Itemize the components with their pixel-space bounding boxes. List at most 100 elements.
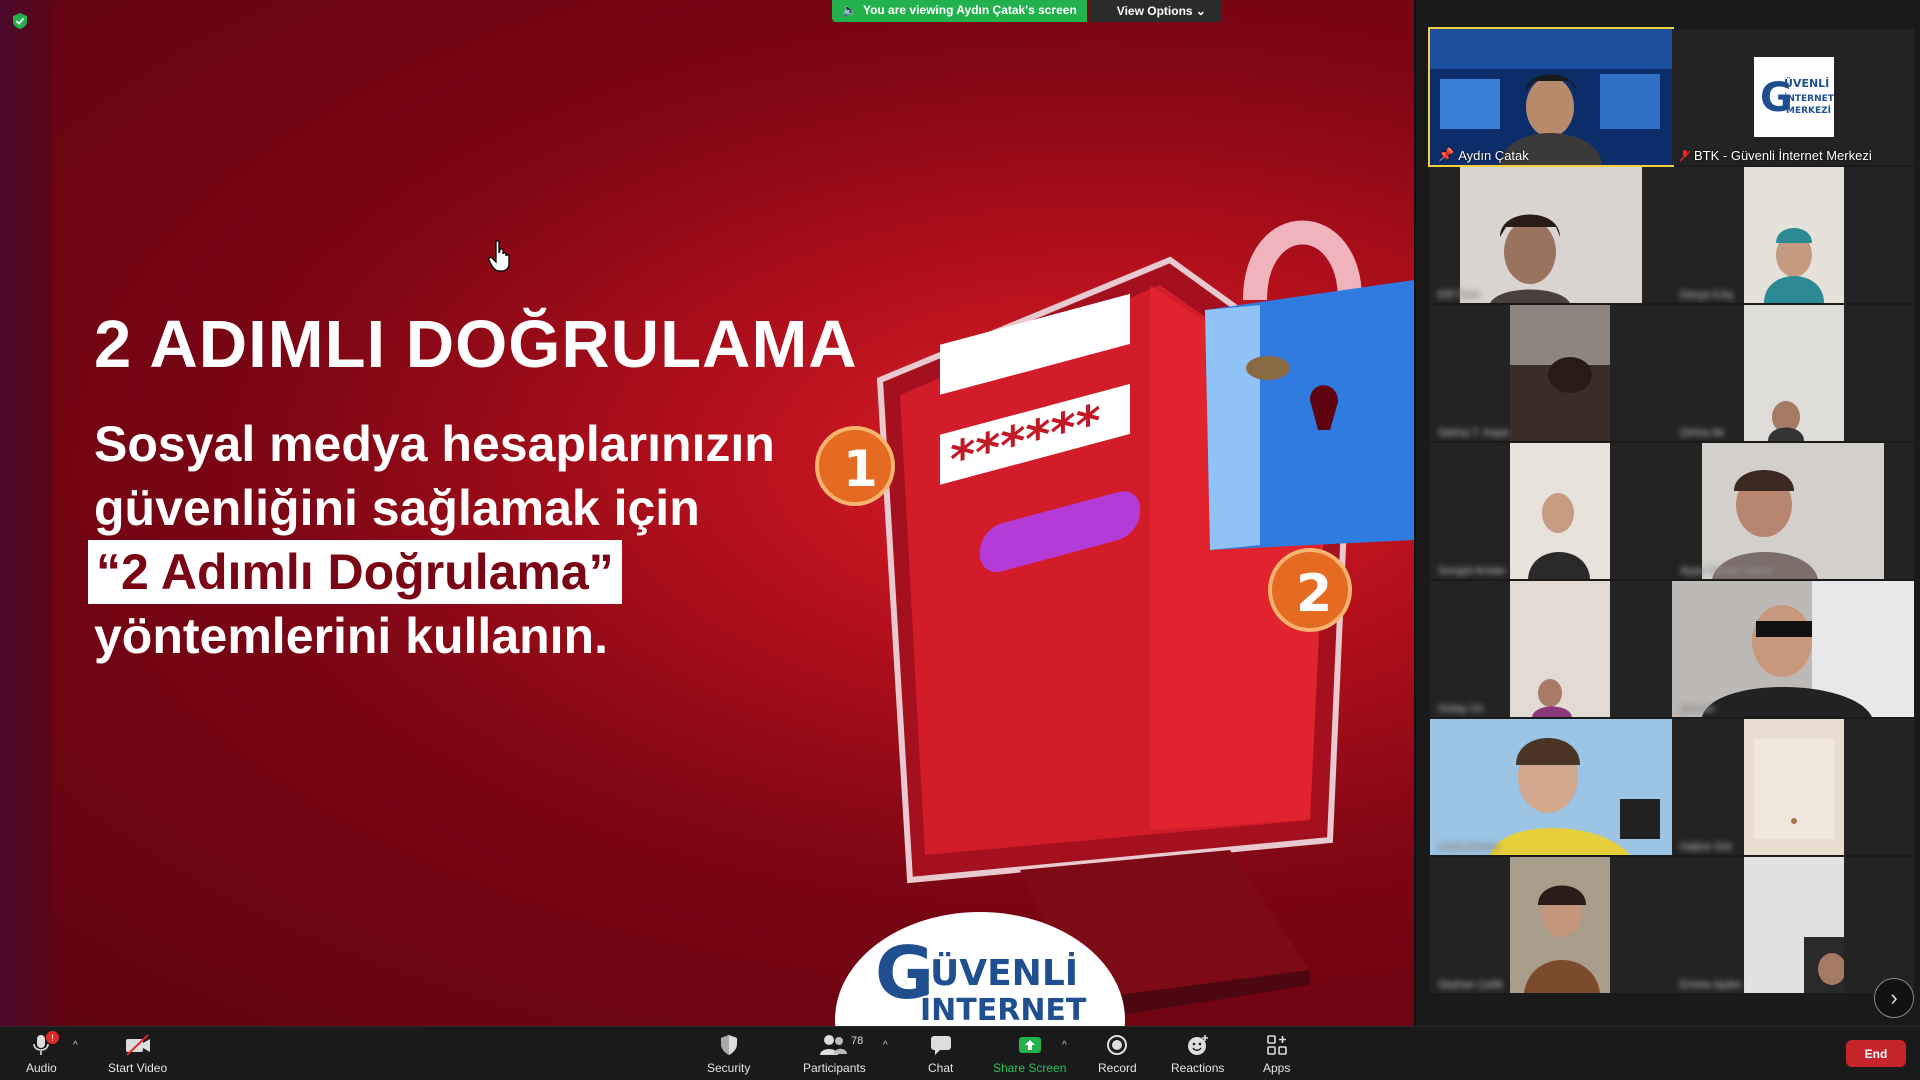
video-tile[interactable]: Selma T. Kaya bbox=[1430, 305, 1672, 441]
share-options-caret[interactable]: ^ bbox=[1062, 1040, 1067, 1051]
video-tile[interactable]: Leyla Erdem bbox=[1430, 719, 1672, 855]
participant-name: Hatice Gül bbox=[1680, 841, 1732, 853]
security-button[interactable]: Security bbox=[707, 1032, 750, 1075]
video-tile[interactable]: Zehra Ak bbox=[1672, 305, 1914, 441]
chevron-right-icon: › bbox=[1890, 985, 1898, 1010]
audio-label: Audio bbox=[26, 1061, 57, 1075]
audio-options-caret[interactable]: ^ bbox=[73, 1040, 78, 1051]
zoom-meeting-window: 🔈 You are viewing Aydın Çatak's screen V… bbox=[0, 0, 1920, 1080]
video-off-icon bbox=[124, 1032, 152, 1058]
video-tile[interactable]: Ayşe Yılmaz Demir bbox=[1672, 443, 1914, 579]
participant-name: Selma T. Kaya bbox=[1438, 427, 1509, 439]
video-tile[interactable]: Emine Aydın bbox=[1672, 857, 1914, 993]
video-tile[interactable]: Derya Kılıç bbox=[1672, 167, 1914, 303]
reactions-button[interactable]: Reactions bbox=[1171, 1032, 1224, 1075]
svg-text:1: 1 bbox=[843, 440, 878, 498]
apps-button[interactable]: Apps bbox=[1263, 1032, 1290, 1075]
video-tile[interactable]: Hatice Gül bbox=[1672, 719, 1914, 855]
chat-label: Chat bbox=[928, 1061, 954, 1075]
slide-line-4: yöntemlerini kullanın. bbox=[94, 608, 608, 664]
video-tile[interactable]: Songül Arslan bbox=[1430, 443, 1672, 579]
shared-screen: 🔈 You are viewing Aydın Çatak's screen V… bbox=[0, 0, 1414, 1026]
participant-video bbox=[1744, 719, 1844, 855]
participant-name: Seyhan Çelik bbox=[1438, 979, 1503, 991]
participants-options-caret[interactable]: ^ bbox=[883, 1040, 888, 1051]
shield-icon bbox=[719, 1032, 739, 1058]
participant-name: Ayşe Yılmaz Demir bbox=[1680, 565, 1774, 577]
participant-name: Elif Özer bbox=[1438, 289, 1481, 301]
participant-video bbox=[1460, 167, 1642, 303]
participant-video bbox=[1510, 305, 1610, 441]
video-tile-host[interactable]: 📌 Aydın Çatak bbox=[1428, 27, 1674, 167]
viewing-text: You are viewing Aydın Çatak's screen bbox=[862, 3, 1077, 17]
hand-cursor-icon bbox=[488, 240, 510, 272]
participant-name: Derya Kılıç bbox=[1680, 289, 1734, 301]
participants-count: 78 bbox=[851, 1035, 864, 1047]
participant-video bbox=[1744, 167, 1844, 303]
apps-grid-icon bbox=[1266, 1032, 1288, 1058]
participant-video bbox=[1744, 305, 1844, 441]
mic-muted-icon bbox=[1680, 149, 1690, 162]
step-1-badge: 1 bbox=[815, 426, 895, 506]
chat-button[interactable]: Chat bbox=[928, 1032, 953, 1075]
end-meeting-button[interactable]: End bbox=[1846, 1040, 1906, 1067]
meeting-toolbar bbox=[0, 1026, 1920, 1080]
record-label: Record bbox=[1098, 1061, 1137, 1075]
video-tile[interactable]: Seyhan Çelik bbox=[1430, 857, 1672, 993]
participant-gallery: 📌 Aydın Çatak G ÜVENLİ İNTERNET MERKEZİ … bbox=[1414, 0, 1920, 1026]
btk-logo-avatar: G ÜVENLİ İNTERNET MERKEZİ bbox=[1672, 29, 1914, 165]
chat-bubble-icon bbox=[929, 1032, 953, 1058]
participant-name: Gülay Ün bbox=[1438, 703, 1484, 715]
participant-video bbox=[1744, 857, 1844, 993]
svg-text:ÜVENLİ: ÜVENLİ bbox=[1784, 76, 1829, 90]
slide-highlight: “2 Adımlı Doğrulama” bbox=[88, 540, 622, 604]
svg-text:2: 2 bbox=[1296, 564, 1332, 624]
video-tile-btk[interactable]: G ÜVENLİ İNTERNET MERKEZİ BTK - Güvenli … bbox=[1672, 29, 1914, 165]
svg-text:ÜVENLİ: ÜVENLİ bbox=[930, 952, 1078, 994]
record-icon bbox=[1106, 1032, 1128, 1058]
record-button[interactable]: Record bbox=[1098, 1032, 1137, 1075]
svg-text:MERKEZİ: MERKEZİ bbox=[1786, 105, 1831, 116]
share-screen-label: Share Screen bbox=[993, 1061, 1067, 1075]
participant-video bbox=[1702, 443, 1884, 579]
svg-text:İNTERNET: İNTERNET bbox=[1784, 93, 1835, 104]
view-options-button[interactable]: View Options ⌄ bbox=[1088, 0, 1222, 22]
start-video-label: Start Video bbox=[108, 1061, 168, 1075]
encryption-shield-icon[interactable] bbox=[12, 12, 28, 30]
participant-name: Emine Aydın bbox=[1680, 979, 1742, 991]
participant-video bbox=[1510, 857, 1610, 993]
slide-line-1: Sosyal medya hesaplarınızın bbox=[94, 416, 775, 472]
participants-icon bbox=[819, 1032, 849, 1058]
slide-title: 2 ADIMLI DOĞRULAMA bbox=[94, 307, 858, 382]
apps-label: Apps bbox=[1263, 1061, 1291, 1075]
reactions-label: Reactions bbox=[1171, 1061, 1225, 1075]
smiley-plus-icon bbox=[1186, 1032, 1210, 1058]
btk-name-label: BTK - Güvenli İnternet Merkezi bbox=[1680, 148, 1872, 163]
participant-video bbox=[1510, 581, 1610, 717]
participant-name: Leyla Erdem bbox=[1438, 841, 1500, 853]
next-page-button[interactable]: › bbox=[1874, 978, 1914, 1018]
chevron-down-icon: ⌄ bbox=[1195, 4, 1206, 18]
slide-left-band bbox=[0, 0, 52, 1026]
video-tile[interactable]: Elif Özer bbox=[1430, 167, 1672, 303]
share-screen-button[interactable]: Share Screen bbox=[993, 1032, 1066, 1075]
view-options-label: View Options bbox=[1116, 4, 1193, 18]
participant-video bbox=[1672, 581, 1914, 717]
video-tile[interactable]: Şükran bbox=[1672, 581, 1914, 717]
audio-alert-badge: ! bbox=[46, 1031, 59, 1044]
slide-line-2: güvenliğini sağlamak için bbox=[94, 480, 700, 536]
pin-icon: 📌 bbox=[1438, 147, 1455, 162]
participant-video bbox=[1430, 719, 1672, 855]
start-video-button[interactable]: Start Video bbox=[108, 1032, 167, 1075]
participant-name: Şükran bbox=[1680, 703, 1715, 715]
speaker-icon: 🔈 bbox=[842, 3, 857, 17]
host-video bbox=[1430, 29, 1672, 165]
participants-label: Participants bbox=[803, 1061, 866, 1075]
video-tile[interactable]: Gülay Ün bbox=[1430, 581, 1672, 717]
slide-body: Sosyal medya hesaplarınızın güvenliğini … bbox=[88, 412, 775, 668]
step-2-badge: 2 bbox=[1268, 548, 1352, 632]
participant-name: Zehra Ak bbox=[1680, 427, 1725, 439]
viewing-banner: 🔈 You are viewing Aydın Çatak's screen V… bbox=[832, 0, 1222, 22]
security-label: Security bbox=[707, 1061, 751, 1075]
host-name-label: 📌 Aydın Çatak bbox=[1438, 147, 1529, 163]
